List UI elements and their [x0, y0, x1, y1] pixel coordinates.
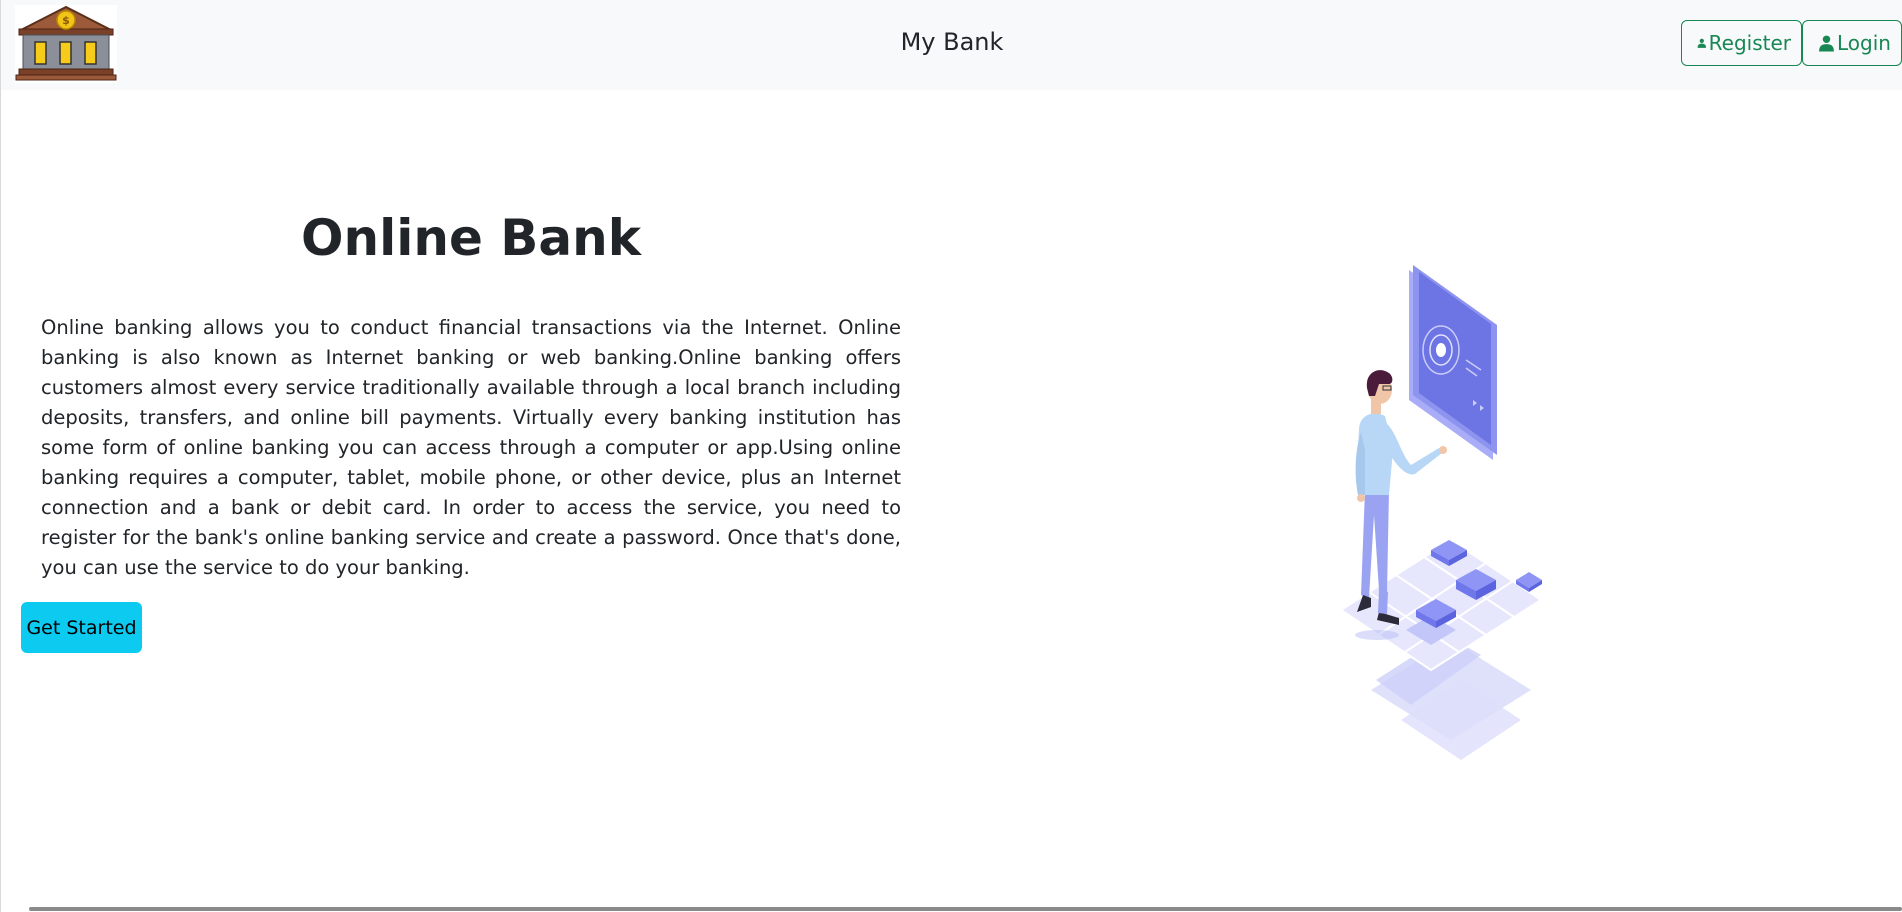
page-title: Online Bank: [301, 209, 641, 267]
navbar: $ My Bank Register Login: [1, 0, 1902, 90]
online-banking-illustration: [1339, 265, 1543, 760]
brand-title[interactable]: My Bank: [1, 28, 1902, 56]
user-icon: [1697, 38, 1707, 48]
scrollbar-thumb[interactable]: [29, 907, 1902, 911]
register-label: Register: [1708, 31, 1791, 55]
login-button[interactable]: Login: [1802, 20, 1902, 66]
user-icon: [1819, 35, 1834, 52]
login-label: Login: [1837, 31, 1891, 55]
horizontal-scrollbar[interactable]: [1, 906, 1902, 912]
page: $ My Bank Register Login Online Bank Onl…: [0, 0, 1902, 912]
get-started-button[interactable]: Get Started: [21, 602, 142, 653]
svg-text:$: $: [62, 14, 70, 27]
register-button[interactable]: Register: [1681, 20, 1802, 66]
hero-description: Online banking allows you to conduct fin…: [41, 316, 901, 579]
auth-buttons: Register Login: [1681, 20, 1902, 66]
